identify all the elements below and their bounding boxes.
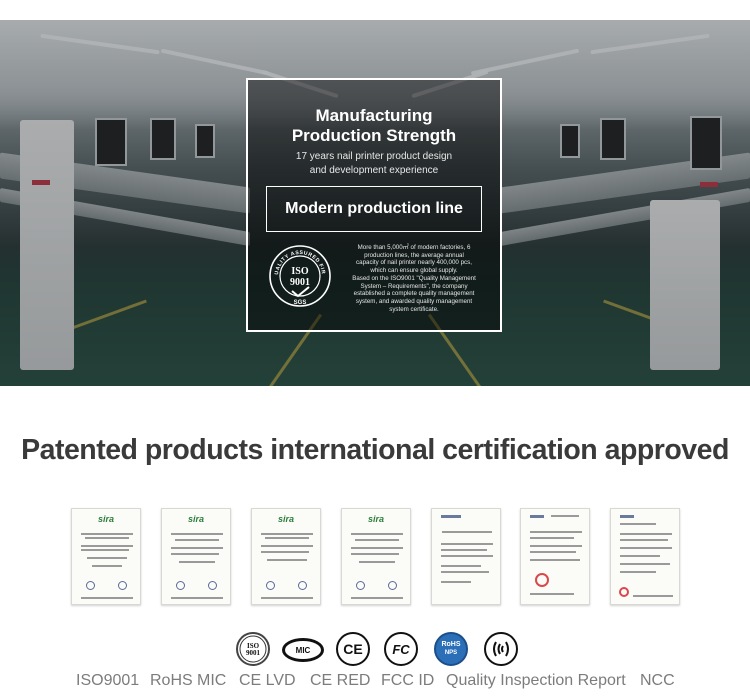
description-line: system, and awarded quality management xyxy=(355,297,473,305)
mic-badge-icon: MIC xyxy=(282,638,324,662)
certificate-image[interactable] xyxy=(431,508,501,605)
hero-title-line1: Manufacturing xyxy=(315,106,433,125)
seal-9001-text: 9001 xyxy=(290,277,310,288)
seal-iso-text: ISO xyxy=(291,266,308,277)
nps-badge-text: NPS xyxy=(444,650,458,656)
certification-heading: Patented products international certific… xyxy=(21,434,729,466)
info-panel: Manufacturing Production Strength 17 yea… xyxy=(246,78,502,332)
rohs-badge-text: RoHS xyxy=(441,641,461,648)
factory-description: More than 5,000㎡ of modern factories, 6 … xyxy=(344,244,484,313)
iso9001-seal-icon: ISO 9001 xyxy=(239,635,267,663)
certificate-image[interactable] xyxy=(610,508,680,605)
description-line: system certificate. xyxy=(389,305,439,313)
hero-subtitle-line2: and development experience xyxy=(309,165,439,176)
cert-name-iso9001: ISO9001 xyxy=(76,672,140,689)
certificate-gallery: sira sira sira sira xyxy=(0,508,750,606)
cert-name-ce-red: CE RED xyxy=(310,672,371,689)
description-line: capacity of nail printer nearly 400,000 … xyxy=(356,259,472,267)
modern-production-line-box: Modern production line xyxy=(266,186,482,232)
description-line: System – Requirements", the company xyxy=(360,282,468,290)
certificate-image[interactable] xyxy=(520,508,590,605)
certificate-image[interactable]: sira xyxy=(71,508,141,605)
cert-name-mic: MIC xyxy=(197,672,227,689)
certificate-image[interactable]: sira xyxy=(251,508,321,605)
fcc-badge-icon: FC xyxy=(384,632,418,666)
cert-name-rohs: RoHS xyxy=(150,672,193,689)
factory-hero-banner: Manufacturing Production Strength 17 yea… xyxy=(0,20,750,386)
ce-badge-icon: CE xyxy=(336,632,370,666)
hero-subtitle-line1: 17 years nail printer product design xyxy=(295,151,453,162)
description-line: established a complete quality managemen… xyxy=(353,290,475,298)
badge-9001-text: 9001 xyxy=(246,649,261,657)
mic-badge-text: MIC xyxy=(295,645,311,655)
certificate-brand: sira xyxy=(367,514,384,524)
certificate-image[interactable]: sira xyxy=(161,508,231,605)
hero-title-line2: Production Strength xyxy=(291,126,457,145)
certification-names: ISO9001 RoHS MIC CE LVD CE RED FCC ID Qu… xyxy=(0,672,750,692)
description-line: Based on the ISO9001 "Quality Management xyxy=(352,274,476,282)
certificate-brand: sira xyxy=(97,514,114,524)
certificate-image[interactable]: sira xyxy=(341,508,411,605)
certificate-brand: sira xyxy=(187,514,204,524)
cert-name-fcc-id: FCC ID xyxy=(381,672,435,689)
rohs-badge-icon: RoHS NPS xyxy=(434,632,468,666)
description-line: production lines, the average annual xyxy=(364,251,464,259)
certificate-brand: sira xyxy=(277,514,294,524)
cert-name-quality-inspection-report: Quality Inspection Report xyxy=(446,672,626,689)
iso9001-badge-icon: ISO 9001 xyxy=(236,632,270,666)
modern-production-line-label: Modern production line xyxy=(285,200,463,217)
ce-badge-text: CE xyxy=(343,641,363,657)
seal-sgs-text: SGS xyxy=(294,300,307,306)
ncc-wave-icon xyxy=(493,641,509,657)
cert-name-ncc: NCC xyxy=(640,672,675,689)
ncc-badge-icon xyxy=(484,632,518,666)
description-line: which can ensure global supply. xyxy=(370,267,458,275)
description-line: More than 5,000㎡ of modern factories, 6 xyxy=(357,244,471,251)
iso9001-seal-icon: QUALITY ASSURED FIRM ISO 9001 SGS xyxy=(268,244,331,307)
cert-name-ce-lvd: CE LVD xyxy=(239,672,296,689)
fc-badge-text: FC xyxy=(392,641,410,657)
